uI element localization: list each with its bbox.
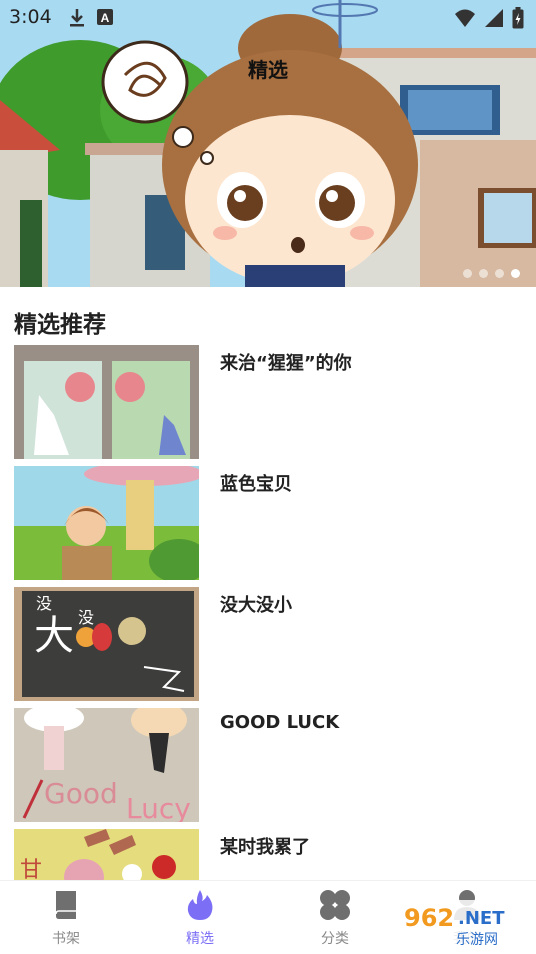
signal-icon — [485, 9, 503, 27]
item-title[interactable]: 没大没小 — [220, 591, 292, 617]
svg-text:乐游网: 乐游网 — [456, 932, 498, 948]
nav-featured[interactable]: 精选 — [165, 889, 235, 948]
item-title[interactable]: 来治“猩猩”的你 — [220, 349, 352, 375]
watermark-logo: 962 .NET 乐游网 — [398, 900, 530, 950]
svg-text:大: 大 — [34, 613, 74, 659]
book-icon — [55, 891, 76, 919]
status-time: 3:04 — [9, 6, 52, 28]
svg-text:Lucy: Lucy — [126, 792, 191, 822]
thumbnail-image: 没 大 没 — [14, 587, 199, 701]
carousel-dot[interactable] — [463, 269, 472, 278]
svg-text:没: 没 — [36, 594, 52, 613]
svg-text:962: 962 — [404, 904, 454, 932]
thumbnail-image — [14, 466, 199, 580]
item-title[interactable]: 某时我累了 — [220, 833, 310, 859]
item-thumbnail[interactable]: Good Lucy — [14, 708, 199, 822]
thumbnail-image — [14, 345, 199, 459]
svg-text:.NET: .NET — [458, 908, 505, 929]
list-item[interactable]: Good Lucy GOOD LUCK — [14, 708, 524, 822]
list-item[interactable]: 没 大 没 没大没小 — [14, 587, 524, 701]
list-item[interactable]: 甘 某时我累了 — [14, 829, 524, 880]
recommend-list: 来治“猩猩”的你 蓝色宝贝 没 大 没 没大没小 Good Lucy GOOD … — [0, 345, 536, 880]
status-bar: 3:04 A — [0, 0, 536, 36]
battery-icon — [512, 7, 524, 29]
item-thumbnail[interactable]: 没 大 没 — [14, 587, 199, 701]
thumbnail-image: 甘 — [14, 829, 199, 880]
list-item[interactable]: 蓝色宝贝 — [14, 466, 524, 580]
page-title: 精选 — [248, 58, 288, 82]
a-badge-icon: A — [97, 9, 113, 25]
svg-text:没: 没 — [78, 608, 94, 627]
nav-category[interactable]: 分类 — [300, 889, 370, 948]
grid-icon — [320, 890, 350, 920]
thumbnail-image: Good Lucy — [14, 708, 199, 822]
carousel-dot[interactable] — [495, 269, 504, 278]
section-title: 精选推荐 — [14, 312, 106, 338]
item-thumbnail[interactable]: 甘 — [14, 829, 199, 880]
item-thumbnail[interactable] — [14, 466, 199, 580]
wifi-icon — [455, 9, 475, 27]
item-thumbnail[interactable] — [14, 345, 199, 459]
item-title[interactable]: 蓝色宝贝 — [220, 470, 292, 496]
download-icon — [70, 9, 84, 27]
banner-carousel[interactable] — [0, 0, 536, 287]
nav-bookshelf[interactable]: 书架 — [31, 889, 101, 948]
carousel-dot[interactable] — [479, 269, 488, 278]
svg-text:甘: 甘 — [20, 858, 42, 880]
banner-image — [0, 0, 536, 287]
svg-text:Good: Good — [44, 777, 118, 810]
carousel-indicator — [463, 269, 520, 278]
carousel-dot-active[interactable] — [511, 269, 520, 278]
flame-icon — [187, 890, 213, 920]
nav-label: 分类 — [321, 931, 349, 947]
list-item[interactable]: 来治“猩猩”的你 — [14, 345, 524, 459]
svg-text:A: A — [101, 11, 110, 25]
item-title[interactable]: GOOD LUCK — [220, 712, 339, 733]
nav-label: 书架 — [52, 931, 80, 947]
nav-label: 精选 — [186, 931, 214, 947]
